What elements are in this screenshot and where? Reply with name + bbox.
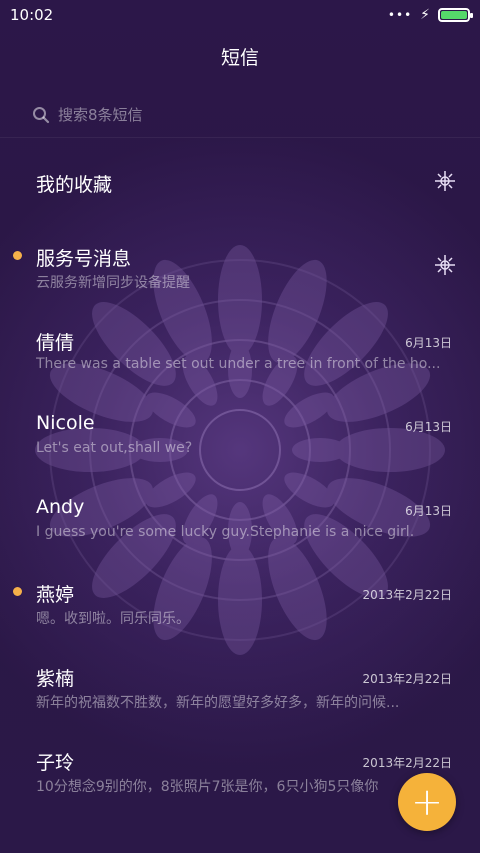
conversation-name: Andy bbox=[36, 496, 85, 518]
page-title: 短信 bbox=[220, 47, 259, 69]
unread-dot bbox=[13, 251, 22, 260]
charging-icon: ⚡ bbox=[420, 7, 430, 23]
battery-icon bbox=[438, 8, 473, 22]
conversation-preview: 云服务新增同步设备提醒 bbox=[36, 275, 190, 291]
conversation-list: 我的收藏 服务号消息 云服务新增同步设备提醒 倩倩 6月13日 There wa… bbox=[0, 140, 480, 812]
conversation-preview: I guess you're some lucky guy.Stephanie … bbox=[36, 524, 415, 540]
conversation-item[interactable]: Nicole 6月13日 Let's eat out,shall we? bbox=[0, 392, 480, 476]
service-message-item[interactable]: 服务号消息 云服务新增同步设备提醒 bbox=[0, 224, 480, 308]
conversation-name: 子玲 bbox=[36, 752, 75, 774]
status-time: 10:02 bbox=[10, 6, 54, 24]
conversation-preview: 嗯。收到啦。同乐同乐。 bbox=[36, 611, 190, 627]
search-bar[interactable]: 搜索8条短信 bbox=[0, 92, 480, 138]
conversation-preview: There was a table set out under a tree i… bbox=[36, 356, 441, 372]
conversation-preview: 10分想念9别的你，8张照片7张是你，6只小狗5只像你 bbox=[36, 779, 379, 795]
unread-dot bbox=[13, 587, 22, 596]
conversation-date: 6月13日 bbox=[405, 336, 452, 350]
conversation-item[interactable]: Andy 6月13日 I guess you're some lucky guy… bbox=[0, 476, 480, 560]
conversation-date: 2013年2月22日 bbox=[362, 672, 452, 686]
status-bar: 10:02 ••• ⚡ bbox=[0, 0, 480, 30]
conversation-name: Nicole bbox=[36, 412, 95, 434]
conversation-preview: 新年的祝福数不胜数，新年的愿望好多好多，新年的问候... bbox=[36, 695, 400, 711]
status-icons: ••• ⚡ bbox=[387, 7, 473, 23]
favorites-item[interactable]: 我的收藏 bbox=[0, 140, 480, 224]
conversation-date: 6月13日 bbox=[405, 504, 452, 518]
conversation-name: 燕婷 bbox=[36, 584, 75, 606]
decorative-ornament-icon bbox=[435, 255, 455, 275]
search-placeholder: 搜索8条短信 bbox=[58, 106, 143, 124]
conversation-date: 2013年2月22日 bbox=[362, 756, 452, 770]
notification-dots-icon: ••• bbox=[387, 8, 413, 22]
new-message-button[interactable]: + bbox=[398, 773, 456, 831]
conversation-item[interactable]: 紫楠 2013年2月22日 新年的祝福数不胜数，新年的愿望好多好多，新年的问候.… bbox=[0, 644, 480, 728]
conversation-item[interactable]: 倩倩 6月13日 There was a table set out under… bbox=[0, 308, 480, 392]
conversation-name: 倩倩 bbox=[36, 332, 75, 354]
conversation-item[interactable]: 燕婷 2013年2月22日 嗯。收到啦。同乐同乐。 bbox=[0, 560, 480, 644]
plus-icon: + bbox=[411, 780, 443, 824]
search-icon bbox=[33, 106, 50, 123]
favorites-label: 我的收藏 bbox=[36, 174, 113, 196]
decorative-ornament-icon bbox=[435, 171, 455, 191]
conversation-preview: Let's eat out,shall we? bbox=[36, 440, 193, 456]
conversation-date: 6月13日 bbox=[405, 420, 452, 434]
conversation-name: 服务号消息 bbox=[36, 248, 132, 270]
conversation-date: 2013年2月22日 bbox=[362, 588, 452, 602]
conversation-name: 紫楠 bbox=[36, 668, 75, 690]
